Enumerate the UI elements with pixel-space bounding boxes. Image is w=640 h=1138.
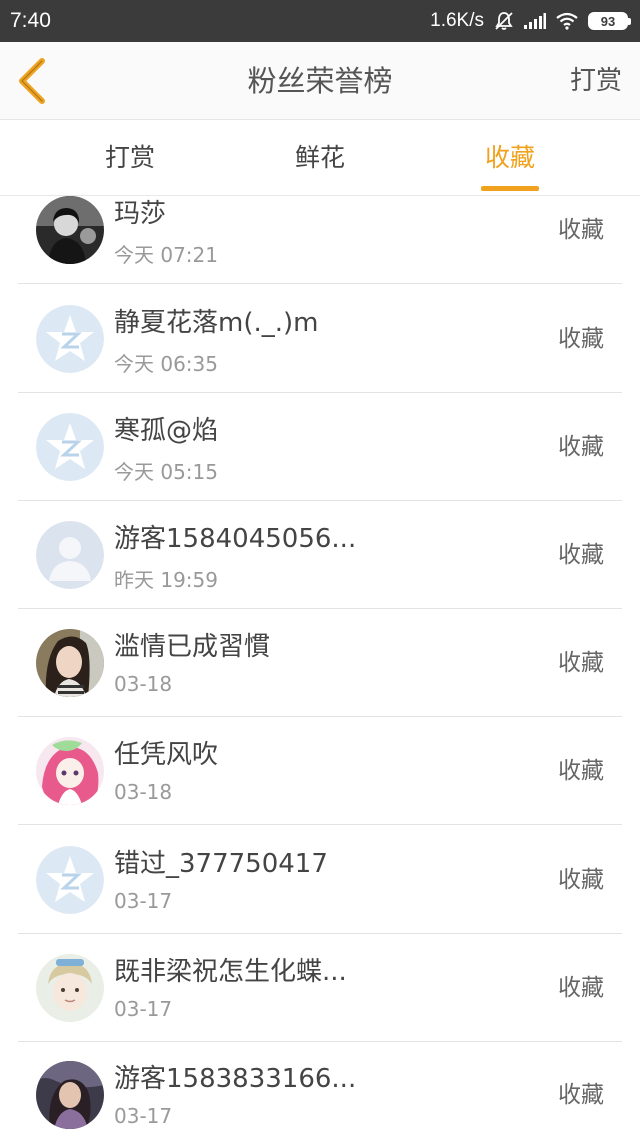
active-tab-indicator (481, 186, 539, 191)
avatar (36, 737, 104, 805)
list-item[interactable]: 滥情已成習慣 03-18 收藏 (18, 609, 622, 717)
item-name: 任凭风吹 (114, 740, 219, 770)
list-item[interactable]: 静夏花落m(._.)m 今天 06:35 收藏 (18, 285, 622, 393)
item-time: 03-17 (114, 889, 173, 913)
qzone-star-icon (36, 413, 104, 481)
list-item[interactable]: 既非梁祝怎生化蝶... 03-17 收藏 (18, 934, 622, 1042)
item-name: 既非梁祝怎生化蝶... (114, 957, 347, 987)
item-time: 03-18 (114, 780, 173, 804)
network-speed: 1.6K/s (430, 10, 484, 31)
avatar (36, 521, 104, 589)
tab-favorites[interactable]: 收藏 (465, 120, 555, 196)
avatar (36, 629, 104, 697)
avatar (36, 1061, 104, 1129)
qzone-star-icon (36, 305, 104, 373)
item-name: 错过_377750417 (114, 849, 328, 879)
tab-flowers[interactable]: 鲜花 (275, 120, 365, 196)
item-type: 收藏 (558, 434, 604, 460)
item-time: 昨天 19:59 (114, 568, 218, 592)
mute-bell-icon (494, 11, 514, 31)
item-type: 收藏 (558, 758, 604, 784)
signal-icon (524, 13, 546, 29)
list-item[interactable]: 错过_377750417 03-17 收藏 (18, 826, 622, 934)
item-time: 03-17 (114, 1104, 173, 1128)
item-type: 收藏 (558, 650, 604, 676)
item-name: 玛莎 (114, 199, 167, 229)
item-type: 收藏 (558, 975, 604, 1001)
status-bar: 7:40 1.6K/s 93 (0, 0, 640, 42)
list-item[interactable]: 任凭风吹 03-18 收藏 (18, 717, 622, 825)
avatar (36, 413, 104, 481)
item-name: 寒孤@焰 (114, 416, 219, 446)
avatar (36, 305, 104, 373)
reward-action-button[interactable]: 打赏 (570, 42, 622, 120)
item-time: 03-17 (114, 997, 173, 1021)
list-item[interactable]: 玛莎 今天 07:21 收藏 (18, 196, 622, 284)
item-name: 滥情已成習慣 (114, 632, 271, 662)
qzone-star-icon (36, 846, 104, 914)
item-type: 收藏 (558, 1082, 604, 1108)
tab-reward[interactable]: 打赏 (85, 120, 175, 196)
item-name: 静夏花落m(._.)m (114, 308, 319, 338)
fan-list[interactable]: 玛莎 今天 07:21 收藏 静夏花落m(._.)m 今天 06:35 收藏 寒… (0, 196, 640, 1138)
nav-bar: 粉丝荣誉榜 打赏 (0, 42, 640, 120)
item-type: 收藏 (558, 326, 604, 352)
avatar (36, 196, 104, 264)
status-icons: 1.6K/s 93 (430, 10, 631, 32)
item-type: 收藏 (558, 542, 604, 568)
wifi-icon (556, 12, 578, 30)
page-title: 粉丝荣誉榜 (247, 64, 393, 98)
item-time: 今天 06:35 (114, 352, 218, 376)
item-type: 收藏 (558, 867, 604, 893)
item-name: 游客1584045056... (114, 524, 357, 554)
status-time: 7:40 (10, 9, 51, 32)
list-item[interactable]: 寒孤@焰 今天 05:15 收藏 (18, 393, 622, 501)
item-type: 收藏 (558, 217, 604, 243)
battery-level: 93 (600, 13, 616, 29)
battery-icon: 93 (588, 12, 631, 30)
tab-bar: 打赏 鲜花 收藏 (0, 120, 640, 196)
item-time: 今天 07:21 (114, 243, 218, 267)
item-time: 03-18 (114, 672, 173, 696)
avatar (36, 846, 104, 914)
list-item[interactable]: 游客1584045056... 昨天 19:59 收藏 (18, 501, 622, 609)
item-name: 游客1583833166... (114, 1064, 357, 1094)
item-time: 今天 05:15 (114, 460, 218, 484)
avatar (36, 954, 104, 1022)
list-item[interactable]: 游客1583833166... 03-17 收藏 (18, 1041, 622, 1138)
person-placeholder-icon (36, 521, 104, 589)
